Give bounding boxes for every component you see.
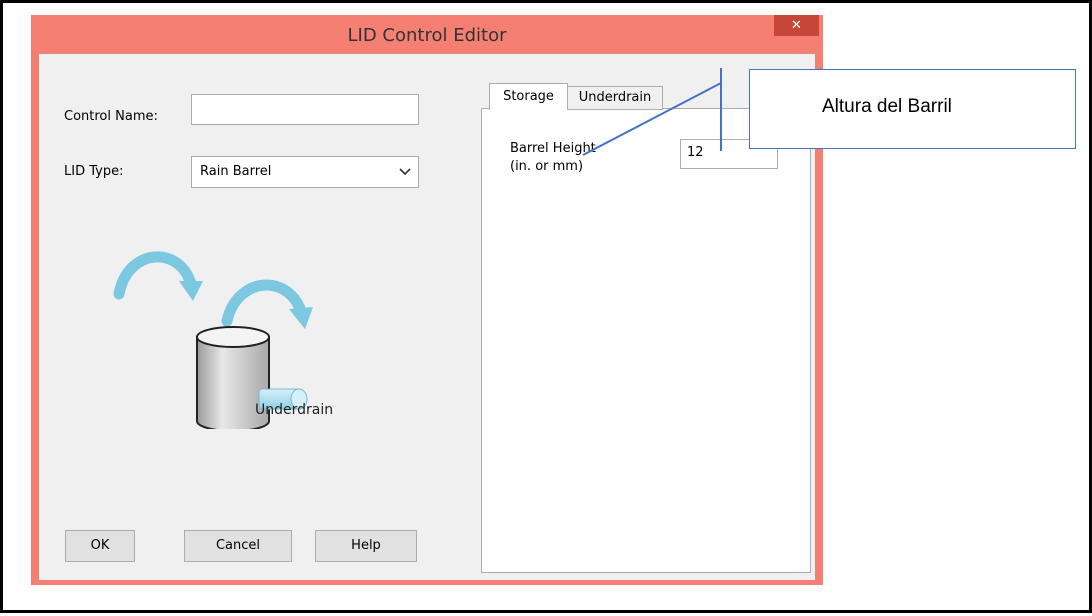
barrel-height-unit-label: (in. or mm) bbox=[510, 159, 584, 174]
close-icon: ✕ bbox=[791, 18, 802, 33]
barrel-height-label: Barrel Height bbox=[510, 141, 596, 156]
close-button[interactable]: ✕ bbox=[774, 15, 819, 36]
callout-text: Altura del Barril bbox=[822, 96, 952, 117]
underdrain-label: Underdrain bbox=[255, 402, 334, 418]
lid-control-editor-window: LID Control Editor ✕ Control Name: LID T… bbox=[31, 15, 823, 585]
lid-type-value: Rain Barrel bbox=[200, 164, 272, 179]
screenshot-frame: LID Control Editor ✕ Control Name: LID T… bbox=[0, 0, 1092, 613]
chevron-down-icon bbox=[399, 168, 411, 176]
lid-type-select[interactable]: Rain Barrel bbox=[191, 156, 419, 188]
window-title: LID Control Editor bbox=[347, 25, 507, 46]
tab-storage[interactable]: Storage bbox=[489, 83, 568, 110]
storage-tab-page: Barrel Height (in. or mm) 12 bbox=[481, 108, 811, 573]
control-name-label: Control Name: bbox=[64, 109, 158, 124]
lid-type-label: LID Type: bbox=[64, 164, 124, 179]
annotation-callout: Altura del Barril bbox=[749, 69, 1076, 149]
cancel-button[interactable]: Cancel bbox=[184, 530, 292, 562]
tab-underdrain[interactable]: Underdrain bbox=[567, 86, 663, 110]
ok-button[interactable]: OK bbox=[65, 530, 135, 562]
help-button[interactable]: Help bbox=[315, 530, 417, 562]
control-name-input[interactable] bbox=[191, 94, 419, 125]
title-bar: LID Control Editor ✕ bbox=[31, 15, 823, 57]
dialog-body: Control Name: LID Type: Rain Barrel Unde… bbox=[39, 53, 815, 580]
